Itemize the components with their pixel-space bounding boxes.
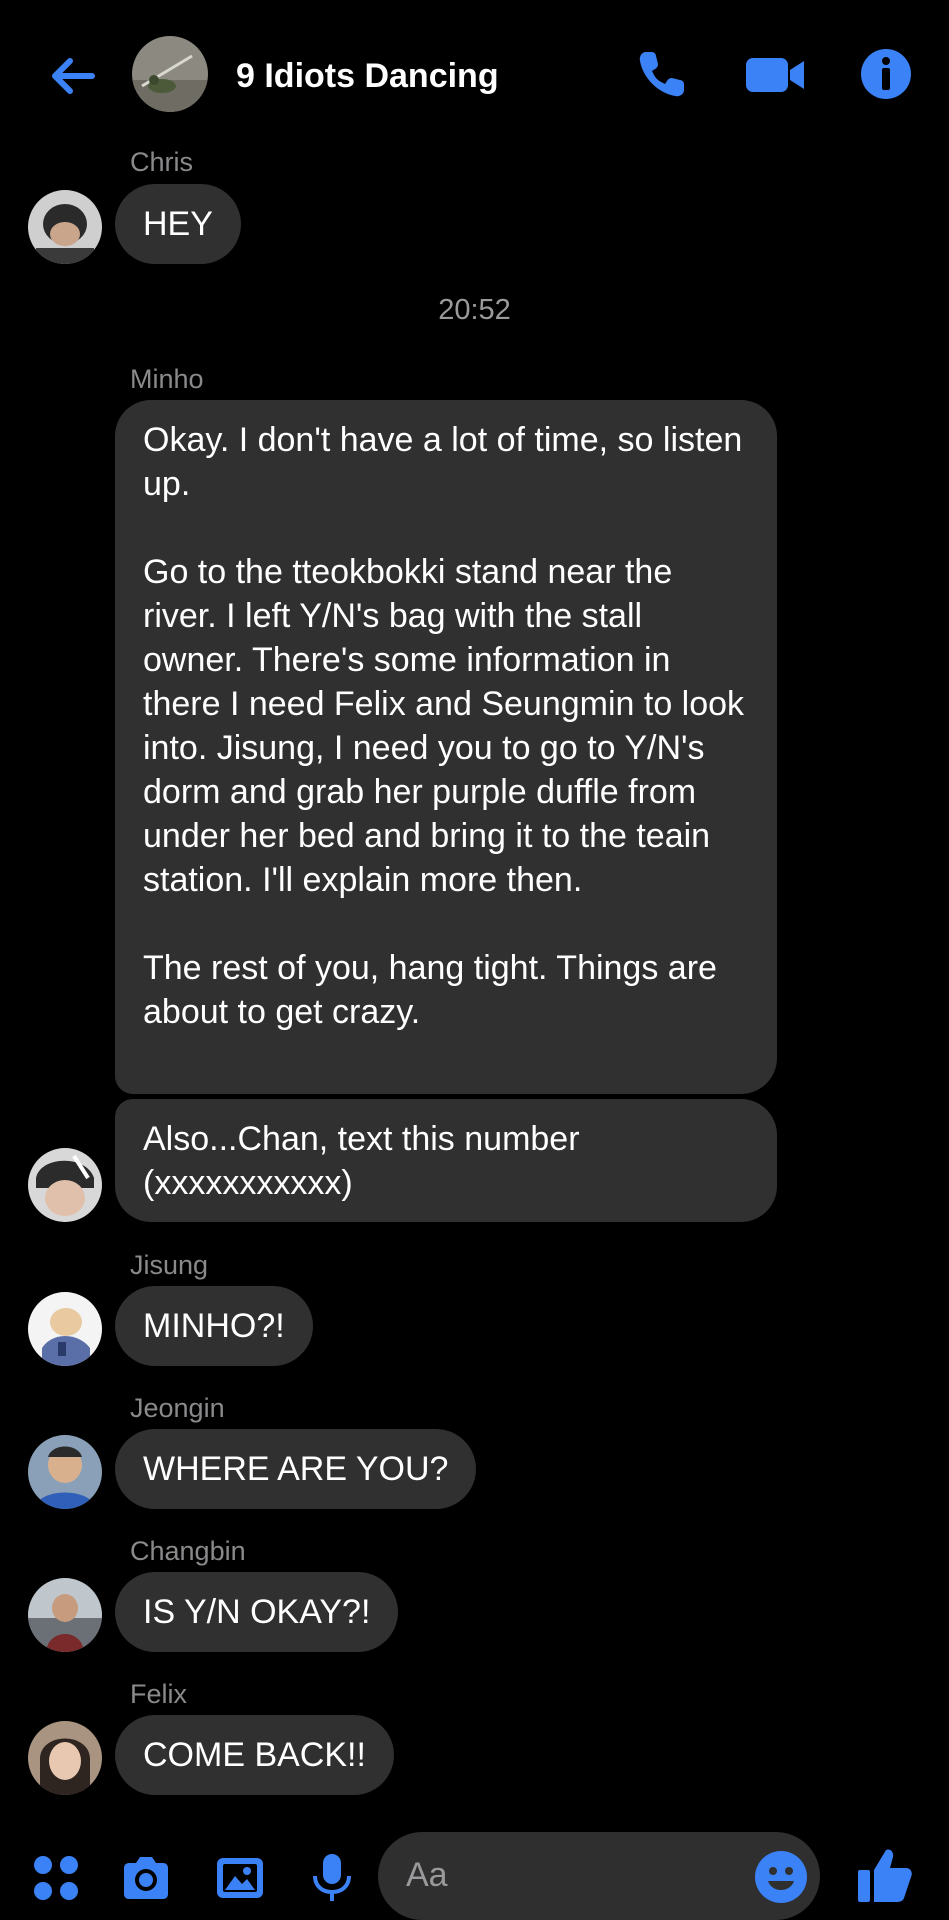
phone-icon[interactable] [632,44,692,104]
apps-grid-icon[interactable] [30,1852,82,1904]
sender-name: Changbin [130,1536,246,1566]
group-avatar[interactable] [132,36,208,112]
avatar[interactable] [28,190,102,264]
message-bubble[interactable]: HEY [115,184,241,264]
avatar[interactable] [28,1292,102,1366]
image-icon[interactable] [214,1852,266,1904]
conversation-title[interactable]: 9 Idiots Dancing [236,52,499,100]
message-paragraph: Okay. I don't have a lot of time, so lis… [143,421,743,503]
message-bubble[interactable]: WHERE ARE YOU? [115,1429,477,1509]
camera-icon[interactable] [120,1852,172,1904]
message-bubble[interactable]: Also...Chan, text this number (xxxxxxxxx… [115,1099,777,1222]
sender-name: Chris [130,147,194,177]
sender-name: Jeongin [130,1393,225,1423]
microphone-icon[interactable] [306,1852,358,1904]
avatar[interactable] [28,1148,102,1222]
avatar[interactable] [28,1721,102,1795]
message-bubble[interactable]: COME BACK!! [115,1715,394,1795]
back-arrow-icon[interactable] [44,48,100,104]
chat-header: 9 Idiots Dancing [0,0,949,150]
emoji-icon[interactable] [754,1850,808,1904]
avatar[interactable] [28,1435,102,1509]
message-bubble[interactable]: Okay. I don't have a lot of time, so lis… [115,400,777,1094]
message-input-placeholder: Aa [406,1856,448,1894]
sender-name: Jisung [130,1250,209,1280]
info-icon[interactable] [856,44,916,104]
video-camera-icon[interactable] [744,44,808,104]
sender-name: Minho [130,364,204,394]
timestamp: 20:52 [438,294,511,326]
message-paragraph: Go to the tteokbokki stand near the rive… [143,553,745,899]
sender-name: Felix [130,1679,188,1709]
message-bubble[interactable]: MINHO?! [115,1286,313,1366]
message-bubble[interactable]: IS Y/N OKAY?! [115,1572,399,1652]
thumbs-up-icon[interactable] [856,1846,914,1904]
avatar[interactable] [28,1578,102,1652]
message-paragraph: The rest of you, hang tight. Things are … [143,949,717,1031]
